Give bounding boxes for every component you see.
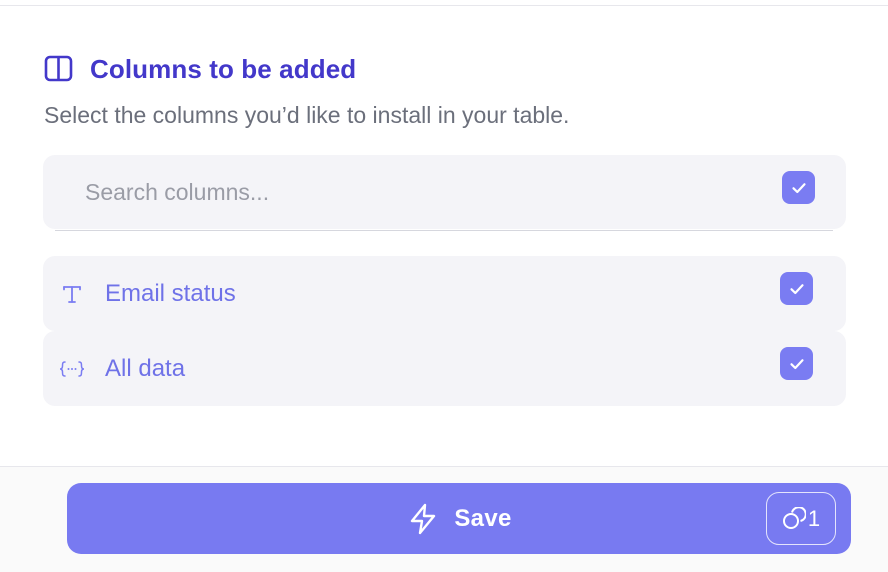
column-row-all-data[interactable]: All data: [43, 331, 846, 406]
json-object-icon: [57, 331, 87, 406]
columns-install-panel: Columns to be added Select the columns y…: [0, 0, 888, 572]
credit-count: 1: [807, 505, 821, 531]
column-label: All data: [105, 355, 186, 382]
check-icon: [788, 280, 806, 298]
save-button[interactable]: Save 1: [67, 483, 851, 554]
bolt-icon: [406, 502, 440, 536]
text-type-icon: [57, 256, 87, 331]
check-icon: [790, 179, 808, 197]
top-divider: [0, 5, 888, 6]
coins-icon: [782, 506, 806, 531]
search-box: [43, 155, 846, 229]
credit-cost-badge: 1: [766, 492, 836, 545]
section-header: Columns to be added: [44, 52, 356, 86]
search-input[interactable]: [73, 155, 747, 229]
section-title: Columns to be added: [90, 53, 357, 84]
save-button-content: Save: [67, 483, 851, 554]
check-icon: [788, 355, 806, 373]
column-label: Email status: [105, 280, 236, 307]
search-underline: [55, 230, 833, 231]
columns-icon: [44, 54, 74, 84]
column-checkbox-email-status[interactable]: [780, 272, 813, 305]
save-label: Save: [454, 504, 512, 532]
select-all-checkbox[interactable]: [782, 171, 815, 204]
section-subtitle: Select the columns you’d like to install…: [44, 102, 570, 128]
column-checkbox-all-data[interactable]: [780, 347, 813, 380]
column-row-email-status[interactable]: Email status: [43, 256, 846, 331]
